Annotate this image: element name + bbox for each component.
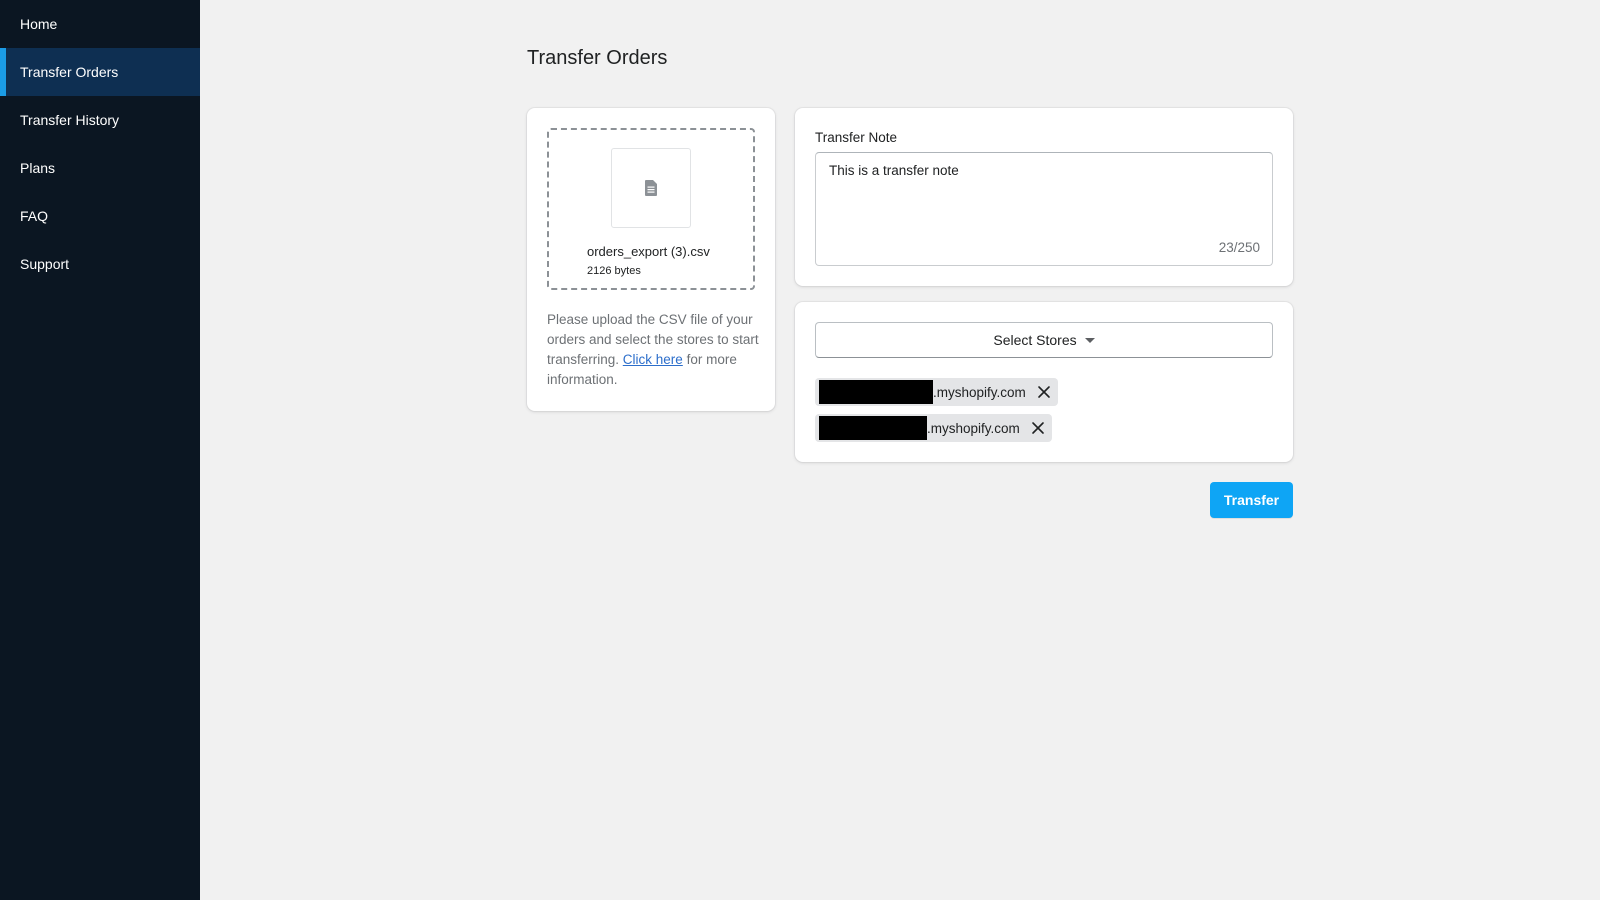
store-domain-suffix: .myshopify.com <box>927 420 1020 436</box>
file-size: 2126 bytes <box>587 265 641 277</box>
file-icon <box>645 180 657 196</box>
upload-help-text: Please upload the CSV file of your order… <box>547 310 761 390</box>
sidebar: Home Transfer Orders Transfer History Pl… <box>0 0 200 900</box>
file-thumbnail <box>611 148 691 228</box>
remove-store-button[interactable] <box>1036 384 1052 400</box>
sidebar-item-label: Transfer History <box>20 112 120 128</box>
caret-down-icon <box>1084 337 1095 343</box>
transfer-button[interactable]: Transfer <box>1210 482 1293 518</box>
store-tag: .myshopify.com <box>815 378 1058 406</box>
select-stores-dropdown[interactable]: Select Stores <box>815 322 1273 358</box>
store-tag: .myshopify.com <box>815 414 1052 442</box>
sidebar-item-transfer-orders[interactable]: Transfer Orders <box>0 48 200 96</box>
character-counter: 23/250 <box>1218 240 1260 255</box>
select-stores-label: Select Stores <box>993 332 1077 348</box>
sidebar-item-label: Transfer Orders <box>20 64 119 80</box>
help-link[interactable]: Click here <box>623 352 683 367</box>
transfer-note-value: This is a transfer note <box>829 163 959 178</box>
stores-card: Select Stores .myshopify.com .myshopify.… <box>795 302 1293 462</box>
redacted-store-name <box>819 416 927 440</box>
sidebar-item-label: Support <box>20 256 70 272</box>
sidebar-item-label: Home <box>20 16 58 32</box>
store-domain-suffix: .myshopify.com <box>933 384 1026 400</box>
close-icon <box>1031 422 1044 434</box>
sidebar-item-label: FAQ <box>20 208 49 224</box>
sidebar-item-support[interactable]: Support <box>0 240 200 288</box>
sidebar-item-transfer-history[interactable]: Transfer History <box>0 96 200 144</box>
sidebar-item-label: Plans <box>20 160 56 176</box>
page-title: Transfer Orders <box>527 47 668 69</box>
file-name: orders_export (3).csv <box>587 244 710 259</box>
transfer-note-card: Transfer Note This is a transfer note 23… <box>795 108 1293 286</box>
sidebar-item-faq[interactable]: FAQ <box>0 192 200 240</box>
close-icon <box>1037 386 1050 398</box>
sidebar-item-home[interactable]: Home <box>0 0 200 48</box>
transfer-note-label: Transfer Note <box>815 130 898 145</box>
file-dropzone[interactable]: orders_export (3).csv 2126 bytes <box>547 128 755 290</box>
remove-store-button[interactable] <box>1030 420 1046 436</box>
redacted-store-name <box>819 380 933 404</box>
transfer-note-field[interactable]: This is a transfer note 23/250 <box>815 152 1273 266</box>
sidebar-item-plans[interactable]: Plans <box>0 144 200 192</box>
main-content: Transfer Orders orders_export (3).csv 21… <box>200 0 1600 900</box>
upload-card: orders_export (3).csv 2126 bytes Please … <box>527 108 775 411</box>
